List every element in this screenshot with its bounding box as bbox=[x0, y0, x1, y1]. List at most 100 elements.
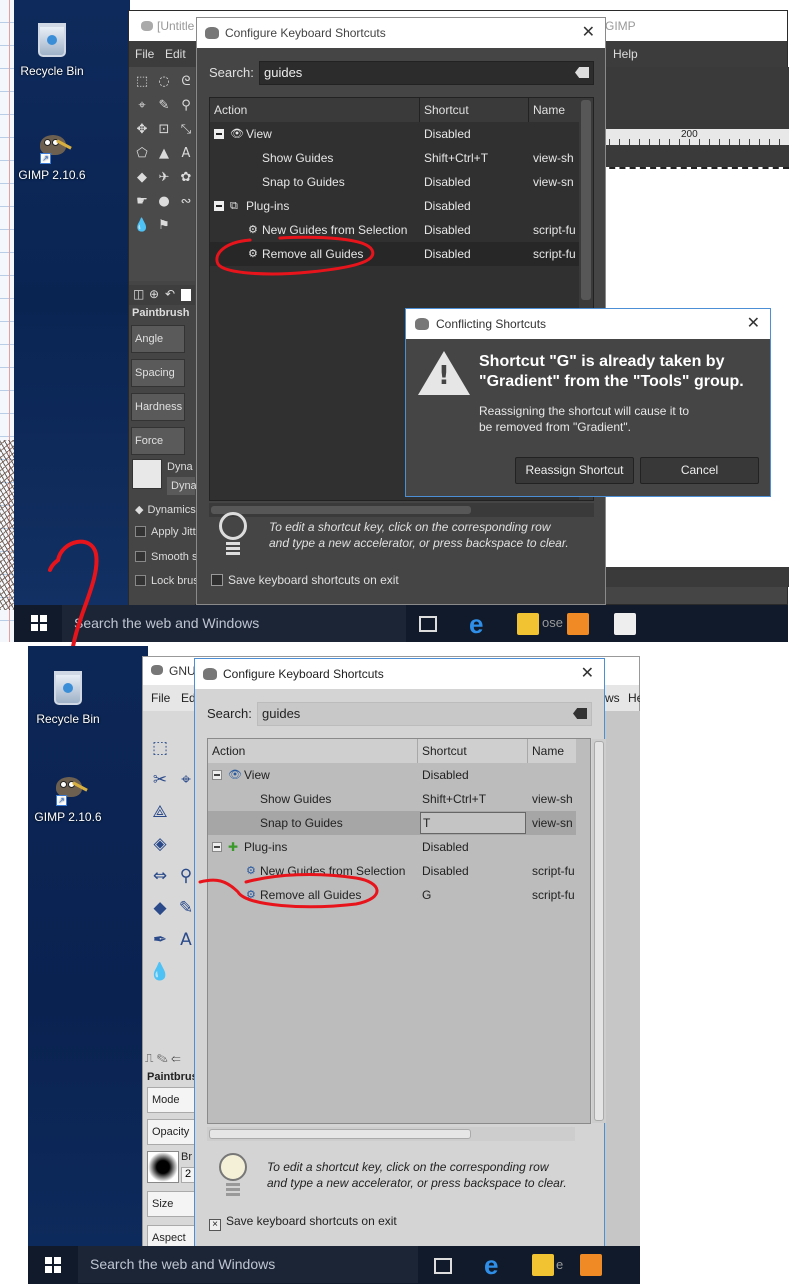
bucket-fill-icon[interactable]: ▲ bbox=[155, 145, 173, 163]
desktop-icon-recycle-bin[interactable]: Recycle Bin bbox=[28, 668, 108, 726]
menu-windows[interactable]: ws bbox=[605, 685, 620, 711]
windows-start-icon[interactable] bbox=[45, 1257, 61, 1273]
column-header-action[interactable]: Action bbox=[208, 739, 418, 763]
spacing-slider[interactable]: Spacing bbox=[131, 359, 185, 387]
edge-browser-icon[interactable]: e bbox=[469, 611, 491, 637]
menu-edit[interactable]: Edit bbox=[165, 41, 186, 67]
reassign-shortcut-button[interactable]: Reassign Shortcut bbox=[515, 457, 634, 484]
close-icon[interactable]: ✕ bbox=[747, 309, 760, 339]
measure-icon[interactable]: ⟁ bbox=[147, 799, 173, 825]
collapse-expander-icon[interactable] bbox=[214, 129, 224, 139]
lock-brush-checkbox[interactable]: Lock brus bbox=[135, 575, 199, 587]
blur-icon[interactable]: 💧 bbox=[147, 959, 173, 985]
vertical-scrollbar[interactable] bbox=[592, 739, 606, 1123]
windows-start-icon[interactable] bbox=[31, 615, 47, 631]
fuzzy-select-icon[interactable]: ⌖ bbox=[133, 97, 151, 115]
column-header-action[interactable]: Action bbox=[210, 98, 420, 122]
menu-help[interactable]: He bbox=[628, 685, 640, 711]
crop-icon[interactable]: ✂ bbox=[147, 767, 173, 793]
menu-file[interactable]: File bbox=[135, 41, 154, 67]
desktop-icon-gimp[interactable]: ↗ GIMP 2.10.6 bbox=[28, 766, 108, 824]
dynamics-options-expander[interactable]: ◆ Dynamics bbox=[135, 503, 196, 516]
task-view-icon[interactable] bbox=[434, 1258, 452, 1274]
eraser-icon[interactable]: ◆ bbox=[133, 169, 151, 187]
close-icon[interactable]: ✕ bbox=[582, 18, 595, 48]
menu-file[interactable]: File bbox=[151, 685, 170, 711]
mode-select[interactable]: Mode bbox=[147, 1087, 195, 1113]
align-icon[interactable]: ⊡ bbox=[155, 121, 173, 139]
ellipse-select-icon[interactable]: ◌ bbox=[155, 73, 173, 91]
tree-row-view[interactable]: 👁 View Disabled bbox=[210, 122, 580, 146]
shortcut-value[interactable]: T bbox=[420, 812, 526, 834]
transform-icon[interactable]: ◈ bbox=[147, 831, 173, 857]
device-status-tab-icon[interactable]: ⊕ bbox=[149, 287, 159, 301]
canvas-area[interactable] bbox=[603, 711, 640, 1247]
cancel-button[interactable]: Cancel bbox=[640, 457, 759, 484]
tree-row-new-guides-from-selection[interactable]: ⚙ New Guides from Selection Disabled scr… bbox=[210, 218, 580, 242]
angle-slider[interactable]: Angle bbox=[131, 325, 185, 353]
shortcuts-tree[interactable]: Action Shortcut Name 👁 View Disabled Sho… bbox=[207, 738, 606, 1124]
media-player-icon[interactable] bbox=[567, 613, 589, 635]
paintbrush-icon[interactable]: ✒ bbox=[147, 927, 173, 953]
media-player-icon[interactable] bbox=[580, 1254, 602, 1276]
brush-preview-icon[interactable] bbox=[147, 1151, 179, 1183]
gimp-taskbar-icon[interactable] bbox=[614, 613, 636, 635]
clone-icon[interactable]: ✿ bbox=[177, 169, 195, 187]
desktop-icon-recycle-bin[interactable]: Recycle Bin bbox=[12, 20, 92, 78]
move-icon[interactable]: ✥ bbox=[133, 121, 151, 139]
clear-search-icon[interactable] bbox=[575, 67, 589, 78]
menu-help[interactable]: Help bbox=[613, 41, 638, 67]
edge-browser-icon[interactable]: e bbox=[484, 1252, 506, 1278]
hardness-slider[interactable]: Hardness bbox=[131, 393, 185, 421]
dynamics-preview-icon[interactable] bbox=[132, 459, 162, 489]
save-shortcuts-checkbox[interactable]: × Save keyboard shortcuts on exit bbox=[209, 1214, 397, 1231]
dodge-icon[interactable]: ● bbox=[155, 193, 173, 211]
collapse-expander-icon[interactable] bbox=[214, 201, 224, 211]
collapse-expander-icon[interactable] bbox=[212, 770, 222, 780]
horizontal-scrollbar[interactable] bbox=[209, 503, 594, 517]
collapse-expander-icon[interactable] bbox=[212, 842, 222, 852]
text-icon[interactable]: A bbox=[177, 145, 195, 163]
tree-row-view[interactable]: 👁 View Disabled bbox=[208, 763, 576, 787]
rect-select-icon[interactable]: ⬚ bbox=[147, 735, 173, 761]
force-slider[interactable]: Force bbox=[131, 427, 185, 455]
tree-row-show-guides[interactable]: Show Guides Shift+Ctrl+T view-sh bbox=[210, 146, 580, 170]
zoom-icon[interactable]: ⚲ bbox=[177, 97, 195, 115]
undo-history-tab-icon[interactable]: ↶ bbox=[165, 287, 175, 301]
size-slider[interactable]: Size bbox=[147, 1191, 195, 1217]
tree-row-remove-all-guides[interactable]: ⚙ Remove all Guides G script-fu bbox=[208, 883, 576, 907]
perspective-icon[interactable]: ⬠ bbox=[133, 145, 151, 163]
column-header-shortcut[interactable]: Shortcut bbox=[420, 98, 529, 122]
tree-row-show-guides[interactable]: Show Guides Shift+Ctrl+T view-sh bbox=[208, 787, 576, 811]
clear-search-icon[interactable] bbox=[573, 708, 587, 719]
airbrush-icon[interactable]: ✈ bbox=[155, 169, 173, 187]
tree-row-plug-ins[interactable]: ✚ Plug-ins Disabled bbox=[208, 835, 576, 859]
lasso-icon[interactable]: ᘓ bbox=[177, 73, 195, 91]
dynamics-select[interactable]: Dyna bbox=[167, 477, 197, 495]
tree-row-snap-to-guides[interactable]: Snap to Guides Disabled view-sn bbox=[210, 170, 580, 194]
horizontal-scrollbar[interactable] bbox=[207, 1127, 575, 1141]
search-input[interactable]: guides bbox=[259, 61, 594, 85]
tree-row-new-guides-from-selection[interactable]: ⚙ New Guides from Selection Disabled scr… bbox=[208, 859, 576, 883]
transform-icon[interactable]: ⤡ bbox=[177, 121, 195, 139]
column-header-shortcut[interactable]: Shortcut bbox=[418, 739, 528, 763]
tree-row-snap-to-guides[interactable]: Snap to Guides T view-sn bbox=[208, 811, 576, 835]
panel-tab-icons[interactable]: ⎍ ✎ ⇐ bbox=[145, 1051, 181, 1066]
save-shortcuts-checkbox[interactable]: Save keyboard shortcuts on exit bbox=[211, 573, 399, 587]
column-header-name[interactable]: Name bbox=[528, 739, 576, 763]
smooth-stroke-checkbox[interactable]: Smooth s bbox=[135, 551, 197, 563]
search-input[interactable]: guides bbox=[257, 702, 592, 726]
task-view-icon[interactable] bbox=[419, 616, 437, 632]
tree-row-remove-all-guides[interactable]: ⚙ Remove all Guides Disabled script-fu bbox=[210, 242, 580, 266]
taskbar-search-box[interactable]: Search the web and Windows bbox=[78, 1246, 418, 1283]
flip-icon[interactable]: ⇔ bbox=[147, 863, 173, 889]
images-tab-icon[interactable] bbox=[181, 289, 191, 301]
file-explorer-icon[interactable] bbox=[517, 613, 539, 635]
taskbar-search-box[interactable]: Search the web and Windows bbox=[62, 605, 406, 642]
file-explorer-icon[interactable] bbox=[532, 1254, 554, 1276]
opacity-slider[interactable]: Opacity bbox=[147, 1119, 195, 1145]
color-picker-icon[interactable]: ✎ bbox=[155, 97, 173, 115]
heal-icon[interactable]: ⚑ bbox=[155, 217, 173, 235]
tool-options-tab-icon[interactable]: ◫ bbox=[133, 287, 144, 301]
rect-select-icon[interactable]: ⬚ bbox=[133, 73, 151, 91]
